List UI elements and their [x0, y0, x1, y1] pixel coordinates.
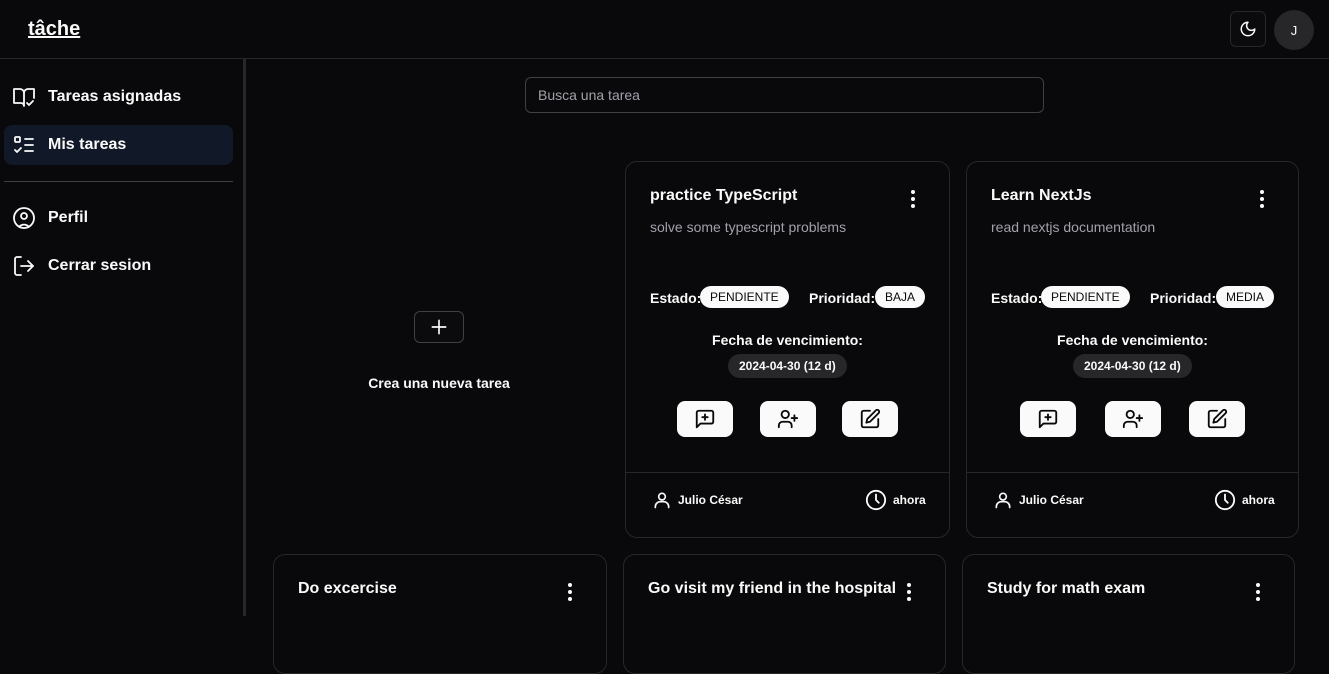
- due-date-label: Fecha de vencimiento:: [1057, 332, 1208, 348]
- task-card: Study for math exam: [962, 554, 1295, 674]
- sidebar-item-label: Perfil: [48, 209, 89, 226]
- edit-task-button[interactable]: [1189, 401, 1245, 437]
- task-time: ahora: [1214, 489, 1275, 511]
- task-card: practice TypeScript solve some typescrip…: [625, 161, 950, 538]
- add-task-button[interactable]: [414, 311, 464, 343]
- due-date-badge: 2024-04-30 (12 d): [728, 354, 847, 378]
- task-owner: Julio César: [993, 489, 1084, 511]
- priority-badge: MEDIA: [1216, 286, 1275, 308]
- user-circle-icon: [12, 206, 36, 230]
- add-comment-button[interactable]: [1020, 401, 1076, 437]
- priority-label: Prioridad:: [809, 290, 876, 306]
- due-date-label: Fecha de vencimiento:: [712, 332, 863, 348]
- more-options-button[interactable]: [1252, 188, 1272, 210]
- priority-badge: BAJA: [875, 286, 926, 308]
- sidebar: Tareas asignadas Mis tareas Perfil Cerra…: [0, 59, 246, 616]
- sidebar-divider: [4, 181, 233, 182]
- avatar-initial: J: [1290, 22, 1298, 38]
- message-plus-icon: [1038, 409, 1058, 429]
- task-owner: Julio César: [652, 489, 743, 511]
- more-options-button[interactable]: [903, 188, 923, 210]
- task-description: read nextjs documentation: [991, 219, 1156, 235]
- clock-icon: [865, 489, 887, 511]
- kebab-icon: [1256, 583, 1260, 601]
- book-check-icon: [12, 85, 36, 109]
- new-task-area: Crea una nueva tarea: [285, 161, 593, 537]
- sidebar-item-tareas-asignadas[interactable]: Tareas asignadas: [4, 77, 233, 117]
- assign-user-button[interactable]: [1105, 401, 1161, 437]
- new-task-label: Crea una nueva tarea: [368, 375, 510, 391]
- sidebar-item-label: Cerrar sesion: [48, 257, 152, 274]
- task-time: ahora: [865, 489, 926, 511]
- list-check-icon: [12, 133, 36, 157]
- moon-icon: [1240, 21, 1256, 37]
- status-badge: PENDIENTE: [700, 286, 789, 308]
- top-bar: tâche J: [0, 0, 1329, 59]
- message-plus-icon: [695, 409, 715, 429]
- user-plus-icon: [777, 409, 799, 429]
- plus-icon: [431, 319, 447, 335]
- avatar[interactable]: J: [1274, 10, 1314, 50]
- task-card: Go visit my friend in the hospital: [623, 554, 946, 674]
- due-date-badge: 2024-04-30 (12 d): [1073, 354, 1192, 378]
- user-icon: [654, 492, 670, 509]
- edit-icon: [1207, 408, 1228, 429]
- owner-name: Julio César: [678, 493, 743, 507]
- assign-user-button[interactable]: [760, 401, 816, 437]
- task-title: Learn NextJs: [991, 187, 1092, 204]
- kebab-icon: [1260, 190, 1264, 208]
- edit-task-button[interactable]: [842, 401, 898, 437]
- card-divider: [967, 472, 1298, 473]
- time-label: ahora: [893, 493, 926, 507]
- sidebar-item-label: Mis tareas: [48, 136, 127, 153]
- sidebar-item-label: Tareas asignadas: [48, 88, 182, 105]
- time-label: ahora: [1242, 493, 1275, 507]
- theme-toggle-button[interactable]: [1230, 11, 1266, 47]
- search-input[interactable]: [525, 77, 1044, 113]
- sidebar-item-mis-tareas[interactable]: Mis tareas: [4, 125, 233, 165]
- card-divider: [626, 472, 949, 473]
- owner-name: Julio César: [1019, 493, 1084, 507]
- more-options-button[interactable]: [1248, 581, 1268, 603]
- sidebar-item-cerrar-sesion[interactable]: Cerrar sesion: [4, 246, 233, 286]
- user-icon: [995, 492, 1011, 509]
- user-plus-icon: [1122, 409, 1144, 429]
- add-comment-button[interactable]: [677, 401, 733, 437]
- status-label: Estado:: [991, 290, 1043, 306]
- status-badge: PENDIENTE: [1041, 286, 1130, 308]
- clock-icon: [1214, 489, 1236, 511]
- status-label: Estado:: [650, 290, 702, 306]
- app-logo[interactable]: tâche: [28, 18, 80, 41]
- priority-label: Prioridad:: [1150, 290, 1217, 306]
- logout-icon: [12, 254, 36, 278]
- kebab-icon: [907, 583, 911, 601]
- task-card: Do excercise: [273, 554, 607, 674]
- task-description: solve some typescript problems: [650, 219, 847, 235]
- sidebar-item-perfil[interactable]: Perfil: [4, 198, 233, 238]
- task-title: Do excercise: [298, 580, 397, 597]
- task-title: practice TypeScript: [650, 187, 798, 204]
- task-title: Study for math exam: [987, 580, 1146, 597]
- kebab-icon: [568, 583, 572, 601]
- task-title: Go visit my friend in the hospital: [648, 580, 897, 597]
- kebab-icon: [911, 190, 915, 208]
- more-options-button[interactable]: [899, 581, 919, 603]
- task-card: Learn NextJs read nextjs documentation E…: [966, 161, 1299, 538]
- edit-icon: [860, 408, 881, 429]
- more-options-button[interactable]: [560, 581, 580, 603]
